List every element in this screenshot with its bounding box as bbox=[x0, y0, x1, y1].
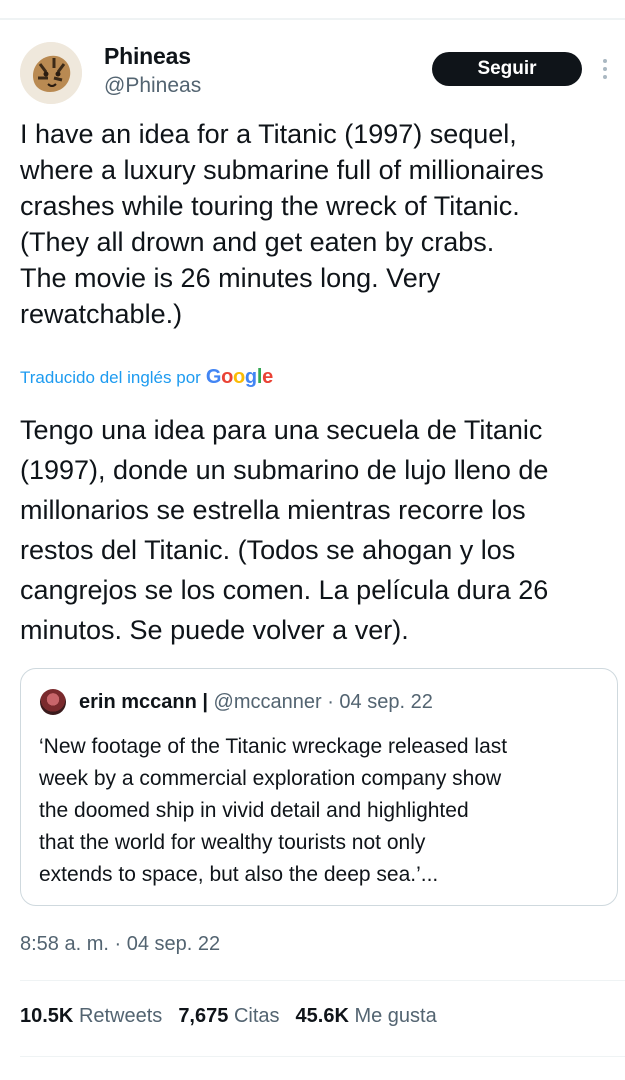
quotes-stat[interactable]: 7,675 Citas bbox=[178, 1005, 279, 1028]
more-vertical-icon[interactable] bbox=[598, 56, 612, 82]
tweet-timestamp[interactable]: 8:58 a. m. · 04 sep. 22 bbox=[20, 933, 220, 956]
quotes-count: 7,675 bbox=[178, 1005, 229, 1027]
tweet-card: Phineas @Phineas Seguir I have an idea f… bbox=[0, 0, 625, 1080]
quoted-avatar[interactable] bbox=[40, 689, 66, 715]
translation-label: Traducido del inglés por bbox=[20, 368, 201, 387]
translation-attribution[interactable]: Traducido del inglés por Google bbox=[20, 366, 273, 389]
avatar[interactable] bbox=[20, 42, 82, 104]
tiger-avatar-icon bbox=[20, 42, 82, 104]
follow-button[interactable]: Seguir bbox=[432, 52, 582, 86]
google-logo: Google bbox=[205, 366, 273, 388]
likes-label: Me gusta bbox=[354, 1005, 437, 1027]
quotes-label: Citas bbox=[233, 1005, 280, 1027]
retweets-label: Retweets bbox=[78, 1005, 163, 1027]
quoted-author-name: erin mccann | bbox=[79, 691, 208, 713]
likes-stat[interactable]: 45.6K Me gusta bbox=[296, 1005, 437, 1028]
stats-divider-bottom bbox=[20, 1056, 625, 1057]
engagement-stats: 10.5K Retweets 7,675 Citas 45.6K Me gust… bbox=[20, 1005, 453, 1028]
author-handle[interactable]: @Phineas bbox=[104, 74, 201, 98]
top-divider bbox=[0, 18, 625, 20]
retweets-stat[interactable]: 10.5K Retweets bbox=[20, 1005, 162, 1028]
likes-count: 45.6K bbox=[295, 1005, 349, 1027]
quoted-author-meta: @mccanner · 04 sep. 22 bbox=[213, 691, 433, 713]
translated-text: Tengo una idea para una secuela de Titan… bbox=[20, 415, 549, 645]
tweet-text: I have an idea for a Titanic (1997) sequ… bbox=[20, 119, 544, 329]
author-name[interactable]: Phineas bbox=[104, 43, 191, 70]
retweets-count: 10.5K bbox=[20, 1005, 74, 1027]
quoted-text: ‘New footage of the Titanic wreckage rel… bbox=[39, 735, 508, 886]
stats-divider-top bbox=[20, 980, 625, 981]
quoted-tweet[interactable]: erin mccann | @mccanner · 04 sep. 22 ‘Ne… bbox=[20, 668, 618, 906]
quoted-header: erin mccann | @mccanner · 04 sep. 22 bbox=[79, 691, 433, 714]
